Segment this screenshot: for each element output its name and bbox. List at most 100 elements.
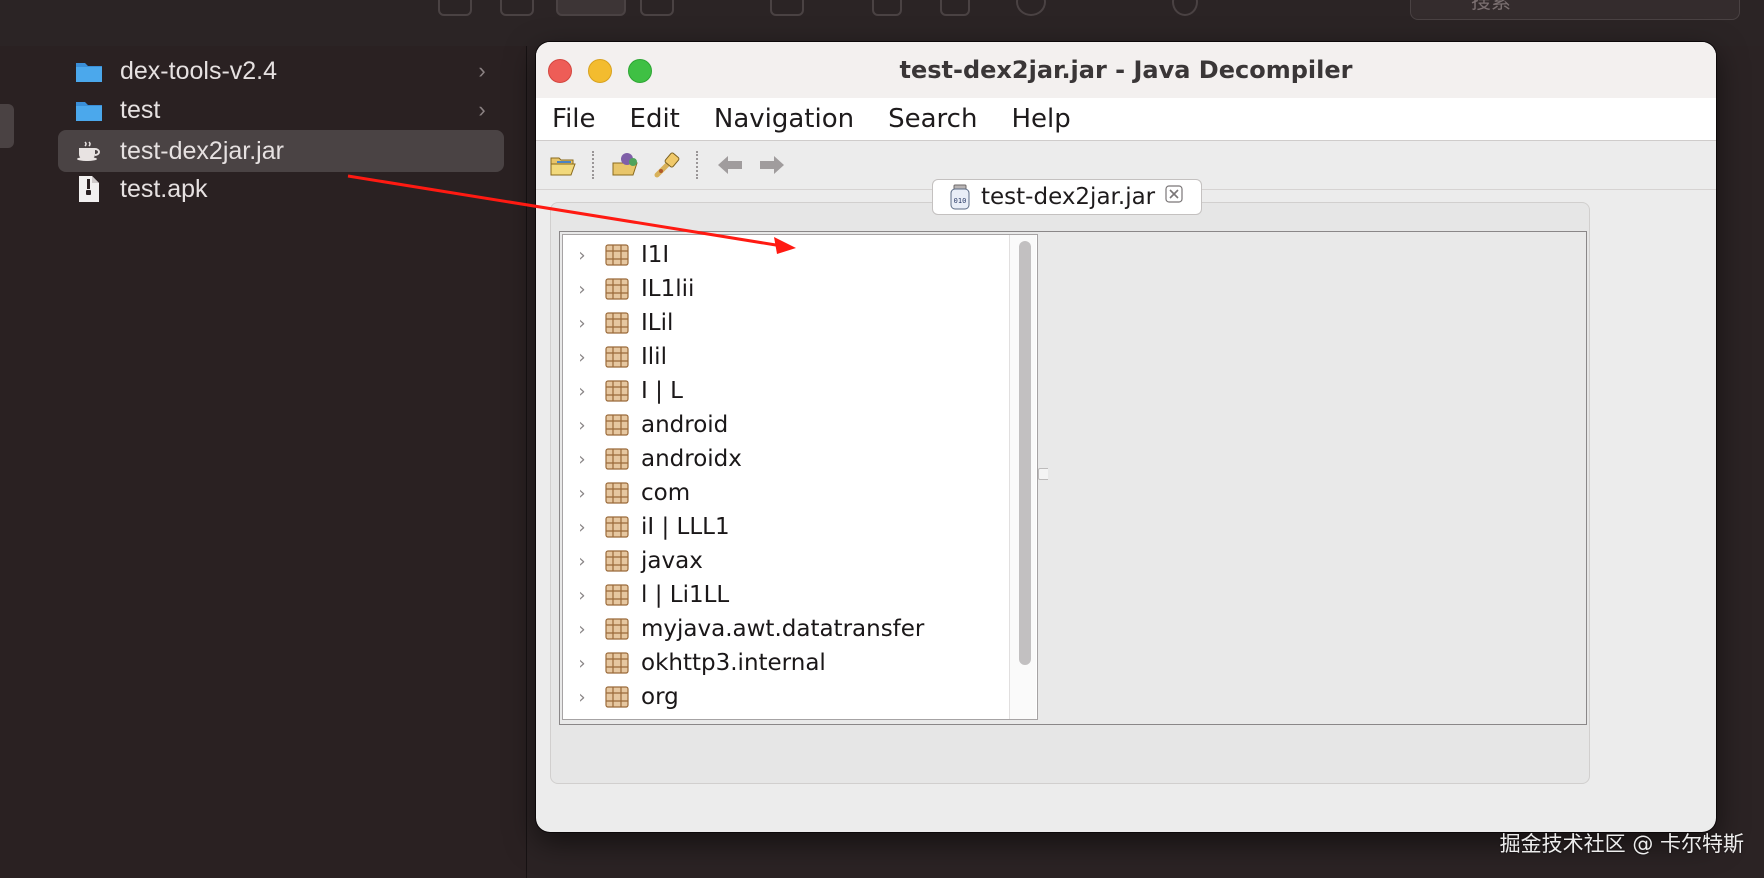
finder-search-field[interactable]: 搜索	[1410, 0, 1740, 20]
tree-node[interactable]: › l | Li1LL	[563, 578, 1009, 612]
package-icon	[605, 312, 629, 334]
tree-node[interactable]: › IL1lii	[563, 272, 1009, 306]
expand-chevron-icon[interactable]: ›	[563, 449, 601, 470]
finder-item-test-folder[interactable]: test ›	[58, 89, 504, 131]
window-titlebar: test-dex2jar.jar - Java Decompiler	[536, 42, 1716, 99]
back-icon[interactable]	[714, 150, 746, 180]
package-icon	[605, 516, 629, 538]
tree-scrollbar[interactable]	[1009, 235, 1036, 719]
tree-node[interactable]: › org	[563, 680, 1009, 714]
expand-chevron-icon[interactable]: ›	[563, 245, 601, 266]
menu-navigation[interactable]: Navigation	[697, 104, 871, 134]
package-icon	[605, 584, 629, 606]
tree-node[interactable]: › Ilil	[563, 340, 1009, 374]
package-icon	[605, 618, 629, 640]
expand-chevron-icon[interactable]: ›	[563, 483, 601, 504]
package-icon	[605, 414, 629, 436]
tag-icon[interactable]	[940, 0, 970, 16]
tree-node-label: I1I	[641, 242, 670, 268]
tree-node-label: org	[641, 684, 679, 710]
source-view-pane	[1048, 234, 1582, 718]
tree-node[interactable]: › I | L	[563, 374, 1009, 408]
menu-file[interactable]: File	[536, 104, 613, 134]
package-icon	[605, 448, 629, 470]
tab-test-dex2jar-jar[interactable]: 010 test-dex2jar.jar	[932, 179, 1202, 215]
tree-node-label: iI | LLL1	[641, 514, 730, 540]
tree-node[interactable]: › android	[563, 408, 1009, 442]
finder-item-label: test	[120, 95, 161, 124]
package-icon	[605, 686, 629, 708]
menu-edit[interactable]: Edit	[613, 104, 697, 134]
expand-chevron-icon[interactable]: ›	[563, 619, 601, 640]
package-icon	[605, 550, 629, 572]
tree-node[interactable]: › okhttp3.internal	[563, 646, 1009, 680]
tree-node-label: ILil	[641, 310, 674, 336]
tree-node[interactable]: › I1I	[563, 238, 1009, 272]
view-icon-list[interactable]	[500, 0, 534, 16]
document-icon	[74, 176, 104, 202]
tree-node-label: I | L	[641, 378, 683, 404]
split-pane: › I1I › IL1lii › ILil › Ilil › I | L › android › andr…	[559, 231, 1587, 725]
expand-chevron-icon[interactable]: ›	[563, 653, 601, 674]
expand-chevron-icon[interactable]: ›	[563, 687, 601, 708]
tab-label: test-dex2jar.jar	[981, 184, 1156, 210]
tree-node[interactable]: › javax	[563, 544, 1009, 578]
view-icon-gallery[interactable]	[640, 0, 674, 16]
finder-item-label: test.apk	[120, 174, 208, 203]
account-icon[interactable]	[1172, 0, 1198, 16]
tree-node[interactable]: › iI | LLL1	[563, 510, 1009, 544]
finder-item-dex-tools[interactable]: dex-tools-v2.4 ›	[58, 50, 504, 92]
open-file-icon[interactable]	[548, 150, 580, 180]
finder-item-label: test-dex2jar.jar	[120, 136, 284, 165]
expand-chevron-icon[interactable]: ›	[563, 347, 601, 368]
watermark: 掘金技术社区 @ 卡尔特斯	[1499, 832, 1744, 856]
svg-text:010: 010	[954, 197, 967, 205]
expand-chevron-icon[interactable]: ›	[563, 517, 601, 538]
forward-icon[interactable]	[756, 150, 788, 180]
tree-node[interactable]: › ILil	[563, 306, 1009, 340]
view-icon-columns[interactable]	[556, 0, 626, 16]
package-icon	[605, 346, 629, 368]
expand-chevron-icon[interactable]: ›	[563, 381, 601, 402]
expand-chevron-icon[interactable]: ›	[563, 279, 601, 300]
window-title: test-dex2jar.jar - Java Decompiler	[899, 56, 1353, 84]
group-icon[interactable]	[770, 0, 804, 16]
expand-chevron-icon[interactable]: ›	[563, 551, 601, 572]
chevron-right-icon: ›	[478, 58, 486, 83]
tree-scrollbar-thumb[interactable]	[1019, 241, 1031, 665]
search-icon[interactable]	[652, 150, 684, 180]
package-icon	[605, 380, 629, 402]
toolbar-separator	[592, 151, 594, 179]
tree-node-label: IL1lii	[641, 276, 695, 302]
tree-node[interactable]: › androidx	[563, 442, 1009, 476]
tree-node-label: l | Li1LL	[641, 582, 730, 608]
expand-chevron-icon[interactable]: ›	[563, 415, 601, 436]
java-decompiler-window: test-dex2jar.jar - Java Decompiler File …	[536, 42, 1716, 832]
folder-icon	[74, 58, 104, 84]
java-jar-icon	[74, 138, 104, 164]
expand-chevron-icon[interactable]: ›	[563, 313, 601, 334]
menu-search[interactable]: Search	[871, 104, 994, 134]
tree-node[interactable]: › com	[563, 476, 1009, 510]
share-icon[interactable]	[872, 0, 902, 16]
sidebar-selection-marker	[0, 104, 14, 148]
finder-item-test-dex2jar-jar[interactable]: test-dex2jar.jar	[58, 130, 504, 172]
tree-node[interactable]: › myjava.awt.datatransfer	[563, 612, 1009, 646]
package-icon	[605, 482, 629, 504]
tree-node-label: com	[641, 480, 691, 506]
tree-node-label: android	[641, 412, 729, 438]
action-icon[interactable]	[1016, 0, 1046, 16]
finder-column: dex-tools-v2.4 › test › test-dex2jar.jar…	[38, 46, 527, 878]
close-tab-icon[interactable]	[1165, 185, 1183, 209]
finder-item-test-apk[interactable]: test.apk	[58, 168, 504, 210]
package-icon	[605, 652, 629, 674]
package-tree[interactable]: › I1I › IL1lii › ILil › Ilil › I | L › android › andr…	[562, 234, 1038, 720]
expand-chevron-icon[interactable]: ›	[563, 585, 601, 606]
tree-node-label: javax	[641, 548, 703, 574]
tab-content-area: › I1I › IL1lii › ILil › Ilil › I | L › android › andr…	[550, 202, 1590, 784]
open-type-icon[interactable]	[610, 150, 642, 180]
tree-node-label: myjava.awt.datatransfer	[641, 616, 925, 642]
view-icon-grid[interactable]	[438, 0, 472, 16]
chevron-right-icon: ›	[478, 97, 486, 122]
menu-help[interactable]: Help	[994, 104, 1087, 134]
